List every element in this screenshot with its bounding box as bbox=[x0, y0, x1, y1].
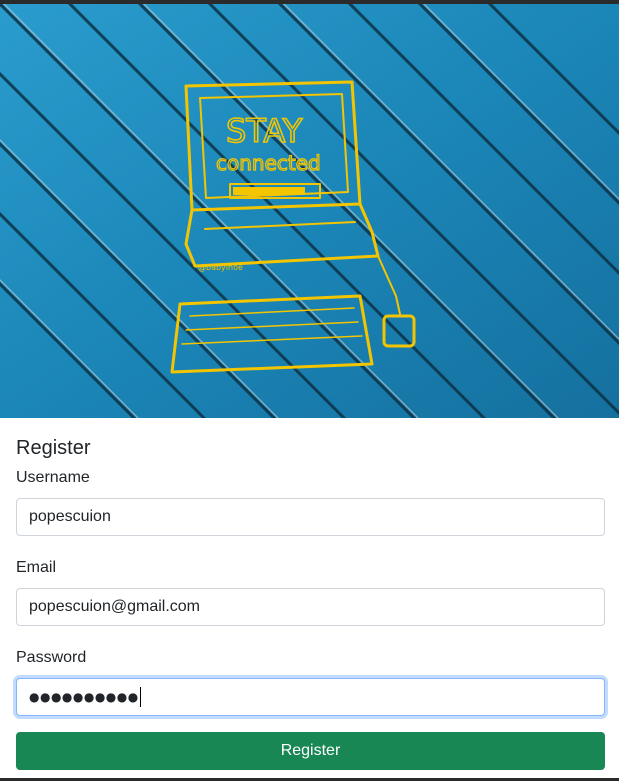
password-group: Password ●●●●●●●●●● bbox=[16, 648, 605, 716]
graffiti-tag-text: @babyinoe bbox=[198, 263, 243, 272]
fence-graffiti-illustration: STAY connected @babyinoe bbox=[0, 4, 619, 418]
email-input[interactable]: popescuion@gmail.com bbox=[16, 588, 605, 626]
graffiti-connected-text: connected bbox=[216, 151, 321, 175]
form-title: Register bbox=[16, 437, 91, 459]
register-button[interactable]: Register bbox=[16, 732, 605, 770]
graffiti-stay-text: STAY bbox=[226, 112, 303, 150]
password-label: Password bbox=[16, 649, 87, 666]
email-label: Email bbox=[16, 559, 57, 576]
hero-image: STAY connected @babyinoe bbox=[0, 4, 619, 418]
register-form: Register Username popescuion Email popes… bbox=[16, 436, 605, 770]
username-label: Username bbox=[16, 469, 90, 486]
password-input[interactable]: ●●●●●●●●●● bbox=[16, 678, 605, 716]
username-group: Username popescuion bbox=[16, 468, 605, 536]
password-masked-value: ●●●●●●●●●● bbox=[29, 690, 139, 704]
email-group: Email popescuion@gmail.com bbox=[16, 558, 605, 626]
text-cursor bbox=[139, 687, 141, 707]
username-value: popescuion bbox=[29, 508, 111, 525]
username-input[interactable]: popescuion bbox=[16, 498, 605, 536]
register-card: STAY connected @babyinoe Register Userna… bbox=[0, 0, 619, 781]
email-value: popescuion@gmail.com bbox=[29, 598, 200, 615]
